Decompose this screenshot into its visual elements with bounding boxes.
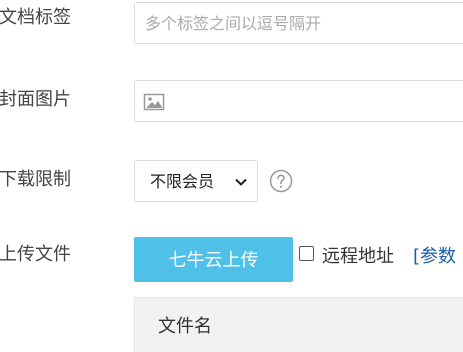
download-limit-label: 下载限制	[0, 169, 71, 190]
params-link[interactable]: [参数	[413, 245, 456, 269]
upload-label: 上传文件	[0, 244, 71, 265]
tags-label: 文档标签	[0, 7, 71, 28]
qiniu-upload-button[interactable]: 七牛云上传	[134, 237, 293, 282]
cover-label: 封面图片	[0, 89, 71, 110]
tags-input[interactable]: 多个标签之间以逗号隔开	[134, 2, 463, 44]
column-header-filename: 文件名	[158, 316, 212, 337]
file-table-header: 文件名	[134, 297, 463, 352]
remote-url-checkbox[interactable]	[299, 246, 314, 261]
remote-url-label[interactable]: 远程地址	[322, 245, 394, 269]
document-upload-form: 文档标签 多个标签之间以逗号隔开 封面图片 下载限制 不限会员 上传文件 七牛云…	[0, 0, 463, 352]
help-icon[interactable]	[269, 169, 293, 193]
download-limit-select[interactable]: 不限会员	[134, 160, 258, 202]
cover-image-input[interactable]	[134, 80, 463, 122]
tags-placeholder: 多个标签之间以逗号隔开	[145, 14, 322, 33]
image-icon	[143, 93, 165, 111]
download-limit-value: 不限会员	[150, 172, 215, 191]
chevron-down-icon	[235, 178, 247, 186]
